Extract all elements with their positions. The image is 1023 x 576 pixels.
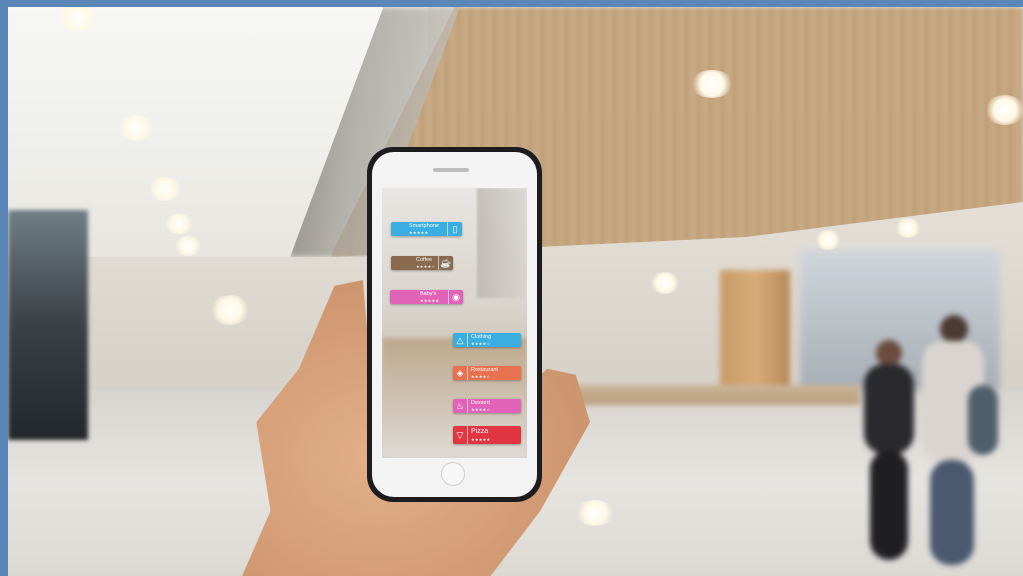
pizza-icon: ▽: [453, 426, 468, 444]
ar-tag-rating: ★★★★★: [471, 437, 491, 442]
ar-tag-rating: ★★★★★: [420, 298, 440, 303]
earpiece: [433, 168, 469, 172]
ar-tag-smartphone[interactable]: Smartphone ★★★★★ ▯: [391, 222, 462, 236]
coffee-cup-icon: ☕: [438, 256, 453, 270]
storefront-left: [8, 210, 88, 440]
ceiling-light: [55, 5, 100, 31]
ar-tag-rating: ★★★★★: [409, 230, 429, 235]
ar-tag-dessert[interactable]: ♨ Dessert ★★★★☆: [453, 399, 521, 413]
ar-tag-clothing[interactable]: △ Clothing ★★★★☆: [453, 333, 521, 347]
ar-tag-restaurant[interactable]: ◈ Restaurant ★★★★☆: [453, 366, 521, 380]
ceiling-light: [650, 272, 680, 294]
home-button[interactable]: [441, 462, 465, 486]
frame-top: [0, 0, 1023, 7]
ceiling-light: [174, 236, 202, 256]
ceiling-light: [210, 295, 250, 325]
hanger-icon: △: [453, 333, 468, 347]
wood-pillar: [720, 270, 790, 390]
ceiling-light: [815, 230, 841, 250]
ceiling-light: [985, 95, 1023, 125]
ar-tag-rating: ★★★★☆: [416, 264, 436, 269]
frame-left: [0, 0, 8, 576]
cupcake-icon: ♨: [453, 399, 468, 413]
baby-shirt-icon: ◉: [448, 290, 463, 304]
ar-tag-coffee[interactable]: Coffee ★★★★☆ ☕: [391, 256, 453, 270]
ceiling-light: [117, 115, 155, 141]
screen-wall: [477, 188, 527, 298]
ceiling-light: [164, 214, 194, 234]
ar-tag-rating: ★★★★☆: [471, 407, 491, 412]
ceiling-light: [895, 218, 921, 238]
ar-tag-label: Pizza: [471, 428, 489, 435]
ar-tag-pizza[interactable]: ▽ Pizza ★★★★★: [453, 426, 521, 444]
blurred-person: [918, 315, 998, 565]
smartphone-icon: ▯: [447, 222, 462, 236]
ar-tag-rating: ★★★★☆: [471, 374, 491, 379]
restaurant-icon: ◈: [453, 366, 468, 380]
ceiling-light: [690, 70, 734, 98]
blurred-person: [858, 340, 918, 560]
ar-tag-babys[interactable]: Baby's ★★★★★ ◉: [390, 290, 463, 304]
railing: [560, 385, 860, 405]
ceiling-light: [148, 177, 182, 201]
floor-reflection: [575, 500, 615, 526]
ar-tag-rating: ★★★★☆: [471, 341, 491, 346]
